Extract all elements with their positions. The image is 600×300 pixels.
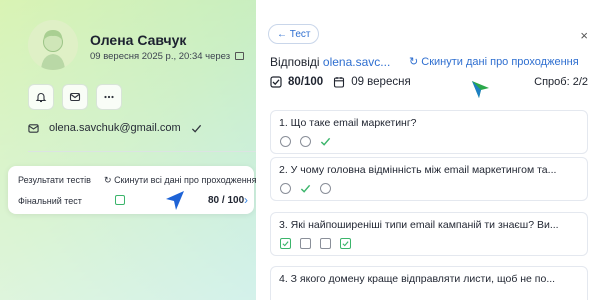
checkbox-check-icon — [270, 76, 282, 88]
answer-options — [280, 183, 331, 194]
profile-actions — [28, 84, 122, 110]
radio-option — [300, 136, 311, 147]
answers-panel: ← Тест × Відповіді olena.savc... ↻ Скину… — [256, 0, 600, 300]
radio-option — [280, 136, 291, 147]
profile-email: olena.savchuk@gmail.com — [49, 122, 181, 134]
question-text: 1. Що таке email маркетинг? — [279, 117, 417, 129]
reset-all-label: Скинути всі дані про проходження — [114, 175, 257, 185]
checkbox-checked-icon — [280, 238, 291, 249]
reset-button[interactable]: ↻ Скинути дані про проходження — [409, 55, 579, 68]
test-results-card: Результати тестів ↻ Скинути всі дані про… — [8, 166, 257, 214]
question-card[interactable]: 1. Що таке email маркетинг? — [270, 110, 588, 154]
correct-check-icon — [320, 136, 331, 147]
verified-check-icon — [191, 124, 201, 133]
calendar-icon — [334, 77, 345, 88]
device-icon — [234, 52, 244, 60]
question-card[interactable]: 3. Які найпоширеніші типи email кампаній… — [270, 212, 588, 256]
checkbox-option — [300, 238, 311, 249]
mail-icon — [69, 92, 81, 102]
refresh-icon: ↻ — [409, 56, 419, 68]
checkbox-checked-icon — [340, 238, 351, 249]
panel-date: 09 вересня — [351, 76, 411, 88]
more-icon — [104, 95, 114, 99]
correct-check-icon — [300, 183, 311, 194]
avatar — [28, 20, 78, 70]
profile-card: Олена Савчук 09 вересня 2025 р., 20:34 ч… — [0, 0, 256, 300]
refresh-icon: ↻ — [104, 175, 112, 185]
cursor-icon — [166, 191, 184, 210]
cursor-icon — [472, 81, 489, 98]
test-score: 80 / 100 — [208, 195, 245, 206]
reset-all-button[interactable]: ↻ Скинути всі дані про проходження — [104, 175, 257, 186]
answers-label: Відповіді — [270, 55, 320, 69]
checkbox-option — [320, 238, 331, 249]
answer-options — [280, 136, 331, 147]
mail-icon — [28, 123, 39, 133]
attempts-count: Спроб: 2/2 — [534, 76, 588, 88]
score-row: 80/100 09 вересня — [270, 76, 411, 88]
close-button[interactable]: × — [580, 28, 588, 43]
more-button[interactable] — [96, 84, 122, 110]
question-text: 4. З якого домену краще відправляти лист… — [279, 273, 556, 285]
profile-meta: 09 вересня 2025 р., 20:34 через — [90, 51, 244, 62]
radio-option — [280, 183, 291, 194]
reset-label: Скинути дані про проходження — [421, 56, 579, 68]
message-button[interactable] — [62, 84, 88, 110]
completed-checkbox-icon — [115, 195, 125, 205]
question-text: 2. У чому головна відмінність між email … — [279, 164, 557, 176]
notify-button[interactable] — [28, 84, 54, 110]
question-text: 3. Які найпоширеніші типи email кампаній… — [279, 219, 559, 231]
test-name: Фінальний тест — [18, 196, 82, 206]
back-button[interactable]: ← Тест — [268, 24, 320, 44]
profile-meta-text: 09 вересня 2025 р., 20:34 через — [90, 51, 231, 62]
question-card[interactable]: 2. У чому головна відмінність між email … — [270, 157, 588, 201]
answers-title: Відповіді olena.savc... — [270, 55, 390, 69]
profile-name: Олена Савчук — [90, 32, 187, 48]
bell-icon — [35, 93, 47, 103]
divider — [28, 151, 256, 152]
answers-email[interactable]: olena.savc... — [323, 55, 390, 69]
email-row: olena.savchuk@gmail.com — [28, 122, 202, 134]
panel-score: 80/100 — [288, 76, 324, 88]
radio-option — [320, 183, 331, 194]
results-title: Результати тестів — [18, 175, 91, 185]
question-card[interactable]: 4. З якого домену краще відправляти лист… — [270, 266, 588, 300]
chevron-right-icon[interactable]: › — [244, 193, 248, 207]
answer-options — [280, 238, 351, 249]
